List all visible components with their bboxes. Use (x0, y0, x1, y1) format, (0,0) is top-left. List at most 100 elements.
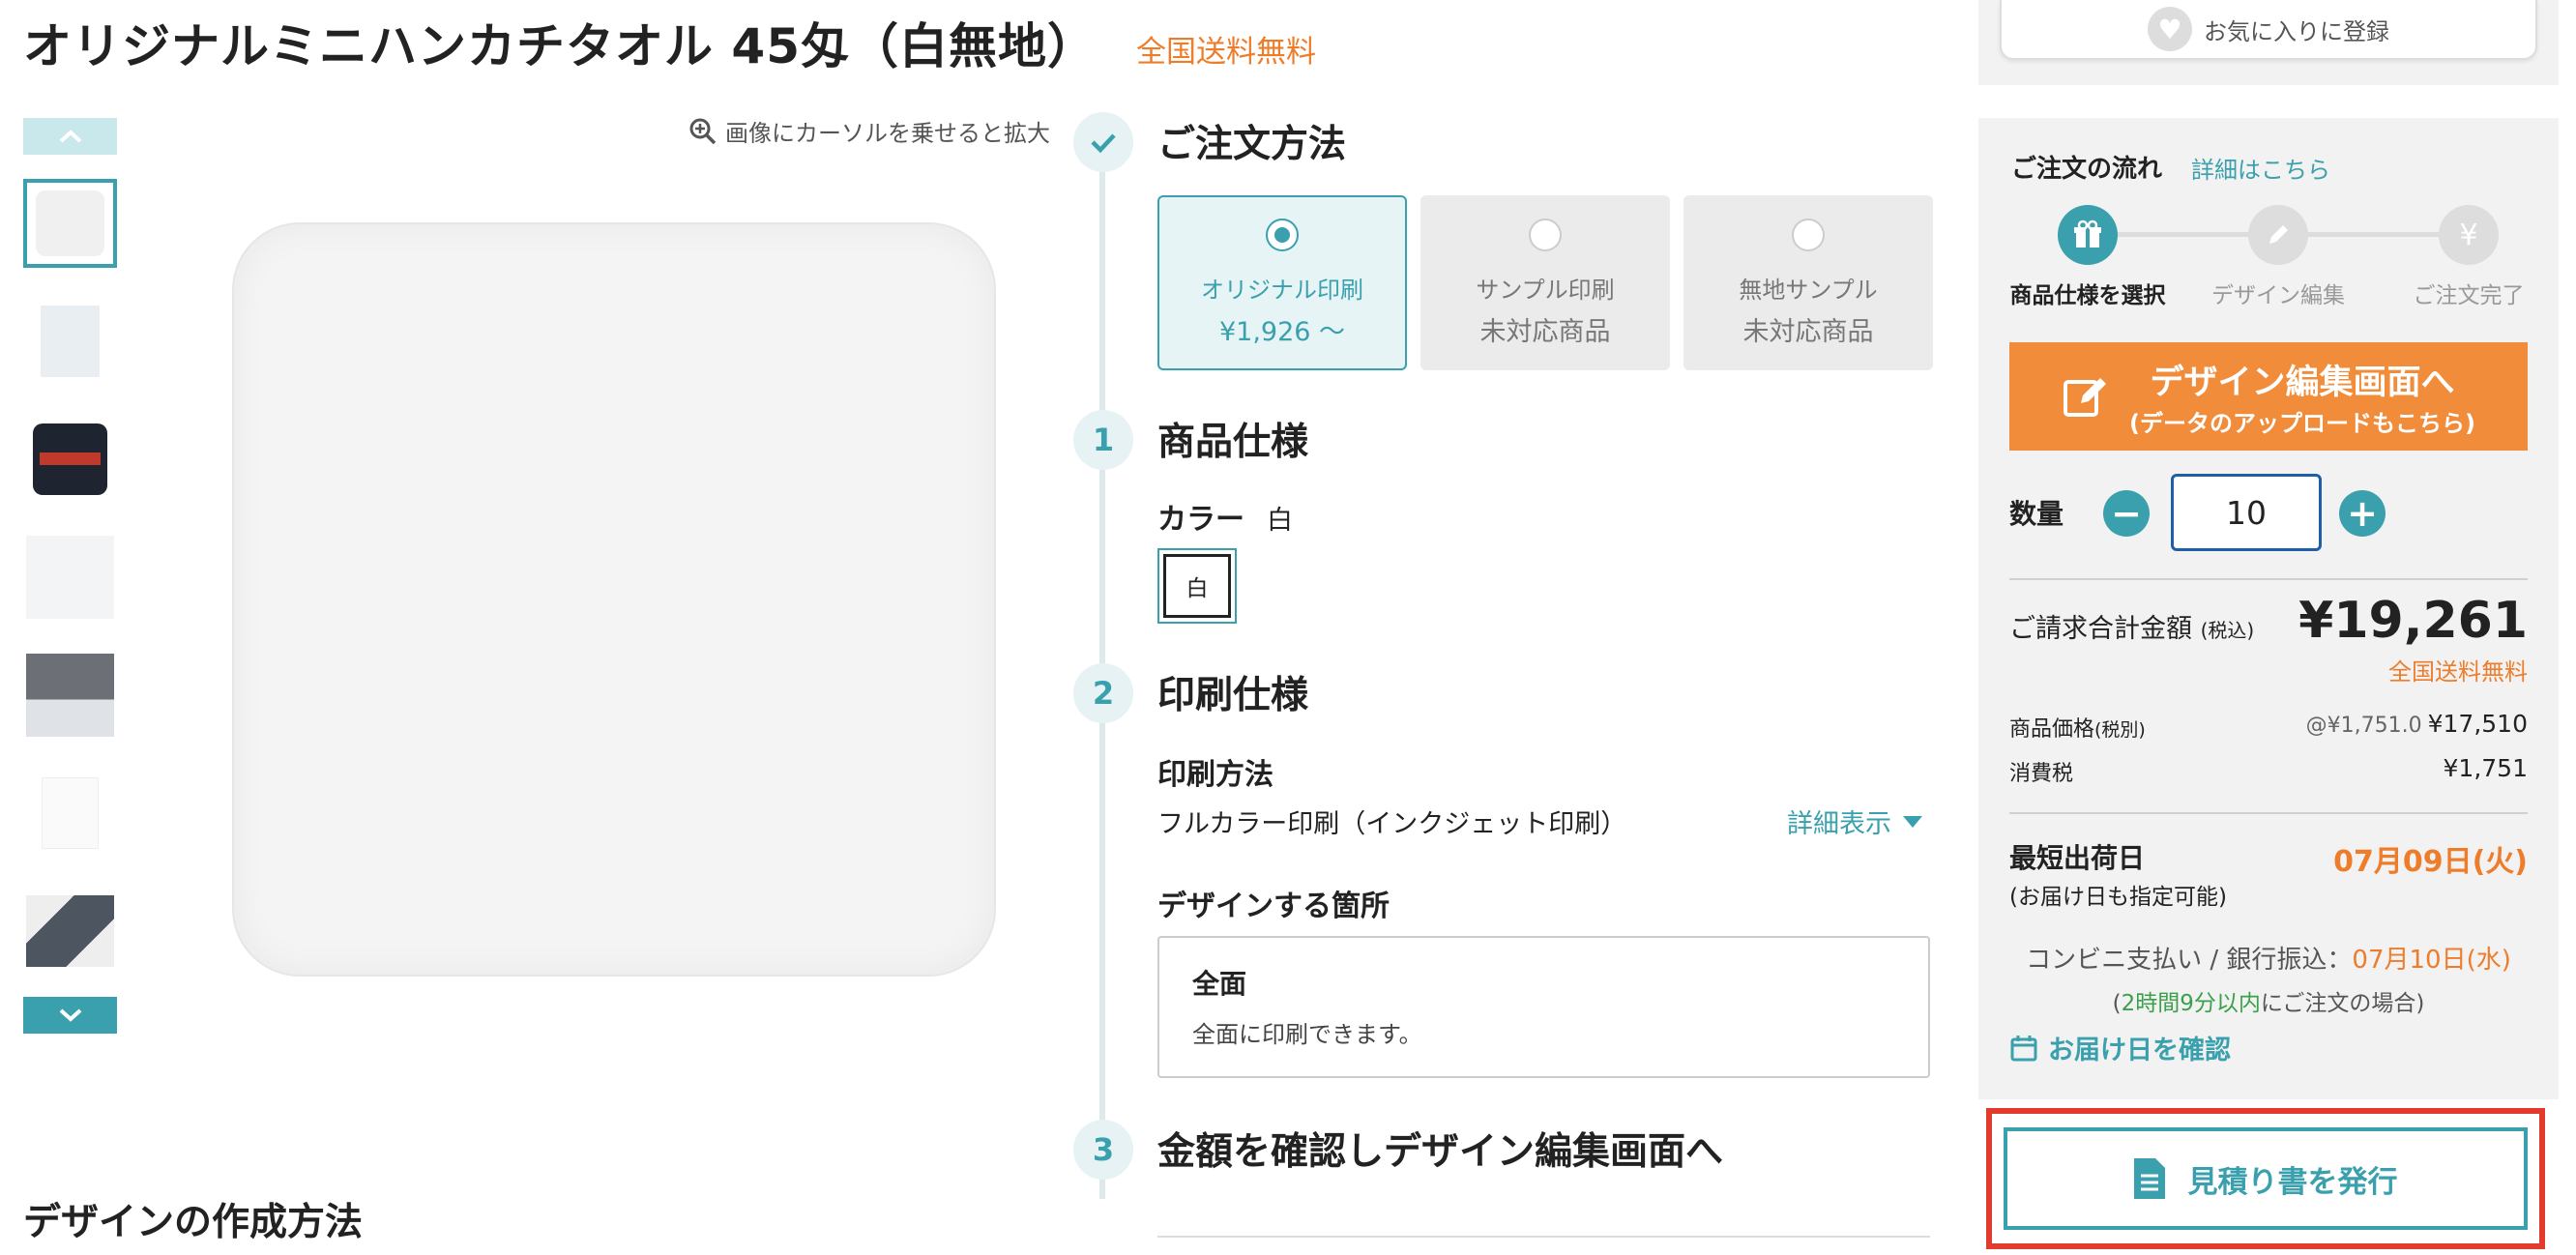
print-method-value: フルカラー印刷（インクジェット印刷） (1157, 809, 1627, 839)
cta-main-label: デザイン編集画面へ (2150, 364, 2455, 402)
method-price: 未対応商品 (1742, 316, 1874, 347)
total-amount: ¥19,261 (2298, 592, 2528, 650)
method-label: 無地サンプル (1739, 276, 1878, 304)
method-price: 未対応商品 (1479, 316, 1611, 347)
quantity-input[interactable]: 10 (2171, 474, 2322, 551)
method-label: オリジナル印刷 (1201, 276, 1363, 304)
thumbnail[interactable] (23, 297, 117, 386)
ship-label: 最短出荷日 (2009, 842, 2146, 874)
detail-toggle[interactable]: 詳細表示 (1787, 803, 1922, 840)
swatch-label: 白 (1163, 554, 1231, 618)
step-check (1073, 112, 1133, 172)
main-product-image[interactable] (232, 222, 996, 977)
design-howto-heading: デザインの作成方法 (23, 1201, 364, 1244)
quantity-increase-button[interactable]: + (2339, 490, 2386, 537)
method-label: サンプル印刷 (1476, 276, 1615, 304)
caret-down-icon (1903, 815, 1922, 828)
flow-step-label: ご注文完了 (2413, 283, 2525, 308)
total-free-shipping: 全国送料無料 (2388, 658, 2528, 686)
thumbnail[interactable] (23, 651, 117, 740)
payment-line: コンビニ支払い / 銀行振込：07月10日(水) (2009, 940, 2528, 976)
quote-button-label: 見積り書を発行 (2187, 1164, 2398, 1200)
pay-cond-open: ( (2112, 991, 2122, 1016)
divider (2009, 812, 2528, 814)
check-icon (1091, 133, 1116, 154)
quantity-label: 数量 (2009, 498, 2064, 530)
price-label-text: 商品価格 (2009, 717, 2095, 742)
thumb-up-button[interactable] (23, 118, 117, 155)
order-method-heading: ご注文方法 (1157, 123, 1347, 166)
flow-title: ご注文の流れ (2011, 155, 2163, 184)
quantity-decrease-button[interactable]: − (2103, 490, 2150, 537)
edit-icon (2064, 378, 2107, 417)
design-area-label: デザインする箇所 (1157, 890, 1390, 923)
method-sample-print[interactable]: サンプル印刷 未対応商品 (1420, 195, 1670, 370)
radio-selected[interactable] (1266, 218, 1299, 251)
calendar-icon (2010, 1035, 2037, 1061)
color-swatch-white[interactable]: 白 (1157, 548, 1237, 624)
thumbnail[interactable] (23, 887, 117, 976)
price-label: 商品価格(税別) (2009, 712, 2146, 743)
tax-label: 消費税 (2009, 762, 2074, 786)
print-method-label: 印刷方法 (1157, 758, 1273, 792)
product-title: オリジナルミニハンカチタオル 45匁（白無地） (23, 18, 1097, 74)
favorite-label: お気に入りに登録 (2204, 17, 2389, 45)
pencil-icon (2248, 205, 2308, 265)
radio[interactable] (1792, 218, 1825, 251)
design-editor-button[interactable]: デザイン編集画面へ (データのアップロードもこちら) (2009, 342, 2528, 451)
step-number-3: 3 (1073, 1120, 1133, 1180)
confirm-heading: 金額を確認しデザイン編集画面へ (1157, 1130, 1724, 1174)
print-heading: 印刷仕様 (1157, 674, 1309, 717)
color-value: 白 (1267, 506, 1293, 536)
flow-step-label: 商品仕様を選択 (2009, 283, 2166, 308)
ship-date: 07月09日(火) (2333, 845, 2528, 879)
delivery-link-text: お届け日を確認 (2048, 1036, 2231, 1065)
chevron-down-icon (59, 1008, 81, 1022)
radio[interactable] (1529, 218, 1562, 251)
document-icon (2133, 1158, 2165, 1199)
design-area-option[interactable]: 全面 全面に印刷できます。 (1157, 936, 1930, 1078)
method-price: ¥1,926 〜 (1218, 316, 1346, 347)
thumbnail[interactable] (23, 415, 117, 504)
step-number-1: 1 (1073, 410, 1133, 470)
spec-heading: 商品仕様 (1157, 421, 1309, 464)
zoom-in-icon (689, 118, 717, 144)
color-label: カラー (1157, 503, 1244, 537)
thumbnail[interactable] (23, 533, 117, 622)
free-shipping-badge: 全国送料無料 (1136, 35, 1316, 70)
divider (1157, 1236, 1930, 1238)
ship-note: (お届け日も指定可能) (2009, 885, 2227, 910)
zoom-hint-text: 画像にカーソルを乗せると拡大 (725, 120, 1050, 147)
design-area-desc: 全面に印刷できます。 (1192, 1021, 1422, 1048)
thumb-down-button[interactable] (23, 997, 117, 1034)
thumbnail[interactable] (23, 769, 117, 858)
quote-button[interactable]: 見積り書を発行 (2004, 1127, 2528, 1230)
favorite-button[interactable]: ♥ お気に入りに登録 (2000, 0, 2537, 60)
countdown: 2時間9分以内 (2121, 991, 2261, 1016)
heart-icon: ♥ (2148, 7, 2192, 51)
design-area-title: 全面 (1192, 968, 1247, 1000)
tax-value: ¥1,751 (2443, 754, 2528, 782)
delivery-date-link[interactable]: お届け日を確認 (2009, 1029, 2231, 1066)
price-value: ¥17,510 (2427, 710, 2528, 738)
payment-condition: (2時間9分以内にご注文の場合) (2009, 984, 2528, 1017)
price-tax-note: (税別) (2094, 719, 2146, 741)
step-number-2: 2 (1073, 663, 1133, 723)
method-original-print[interactable]: オリジナル印刷 ¥1,926 〜 (1157, 195, 1407, 370)
total-label: ご請求合計金額 (税込) (2009, 607, 2254, 645)
chevron-up-icon (59, 130, 81, 143)
thumbnail[interactable] (23, 179, 117, 268)
zoom-hint: 画像にカーソルを乗せると拡大 (688, 114, 1050, 148)
flow-step-label: デザイン編集 (2211, 283, 2345, 308)
detail-link: 詳細表示 (1787, 809, 1891, 839)
flow-detail-link[interactable]: 詳細はこちら (2191, 151, 2330, 185)
payment-prefix: コンビニ支払い / 銀行振込： (2026, 946, 2353, 975)
payment-date: 07月10日(水) (2352, 946, 2511, 975)
pay-cond-rest: にご注文の場合) (2260, 991, 2425, 1016)
method-plain-sample[interactable]: 無地サンプル 未対応商品 (1683, 195, 1933, 370)
unit-price: @¥1,751.0 (2305, 714, 2422, 738)
price-row: @¥1,751.0 ¥17,510 (2224, 710, 2528, 738)
total-label-text: ご請求合計金額 (2009, 614, 2192, 644)
yen-icon: ¥ (2439, 205, 2499, 265)
cta-sub-label: (データのアップロードもこちら) (2129, 410, 2475, 437)
